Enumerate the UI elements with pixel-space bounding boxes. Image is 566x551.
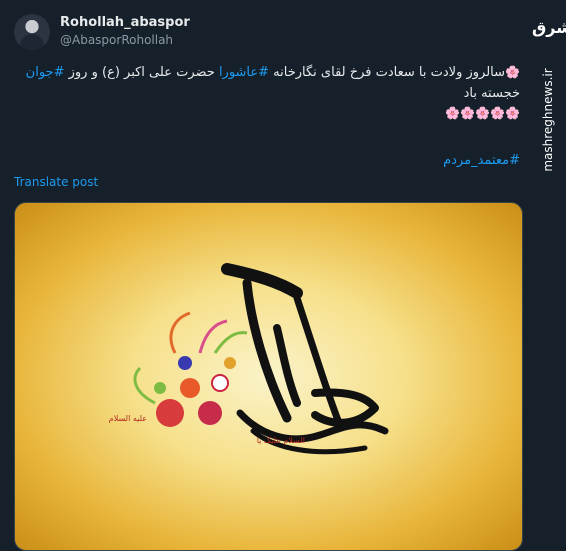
floral-decoration	[133, 311, 248, 427]
calligraphy-artwork: علیه السلام السلام علیک یا	[109, 263, 389, 455]
hashtag-javan[interactable]: #جوان	[26, 65, 65, 80]
tweet: Rohollah_abaspor @AbasporRohollah 🌸سالرو…	[0, 0, 530, 551]
translate-post-link[interactable]: Translate post	[14, 175, 98, 189]
hashtag-ashura[interactable]: #عاشورا	[219, 65, 269, 80]
author-display-name[interactable]: Rohollah_abaspor	[60, 15, 190, 30]
post-text-segment: حضرت علی اکبر (ع) و روز	[64, 65, 219, 80]
calligraphy-caption-left: علیه السلام	[109, 414, 147, 423]
flower-emoji: 🌸	[490, 106, 506, 120]
flower-emoji: 🌸	[475, 106, 491, 120]
flower-emoji-row: 🌸🌸🌸🌸🌸	[445, 106, 520, 121]
flower-emoji: 🌸	[460, 106, 476, 120]
flower-emoji: 🌸	[505, 106, 520, 120]
hashtag-motamed-mardom[interactable]: #معتمد_مردم	[443, 153, 520, 168]
author-handle[interactable]: @AbasporRohollah	[60, 33, 173, 47]
flower-emoji: 🌸	[445, 106, 461, 120]
flower-emoji: 🌸	[505, 65, 520, 79]
post-text-line-1: 🌸سالروز ولادت با سعادت فرخ لقای نگارخانه…	[26, 65, 520, 80]
mashregh-logo: مشرق	[532, 18, 566, 37]
watermark-site-url: mashreghnews.ir	[541, 68, 555, 172]
avatar[interactable]	[14, 14, 50, 50]
post-text-segment: سالروز ولادت با سعادت فرخ لقای نگارخانه	[269, 65, 506, 80]
calligraphy-caption-bottom: السلام علیک یا	[257, 436, 305, 445]
calligraphy-strokes	[221, 263, 389, 455]
post-image[interactable]: علیه السلام السلام علیک یا	[14, 202, 523, 551]
post-text-line-2: خجسته باد	[463, 86, 520, 101]
